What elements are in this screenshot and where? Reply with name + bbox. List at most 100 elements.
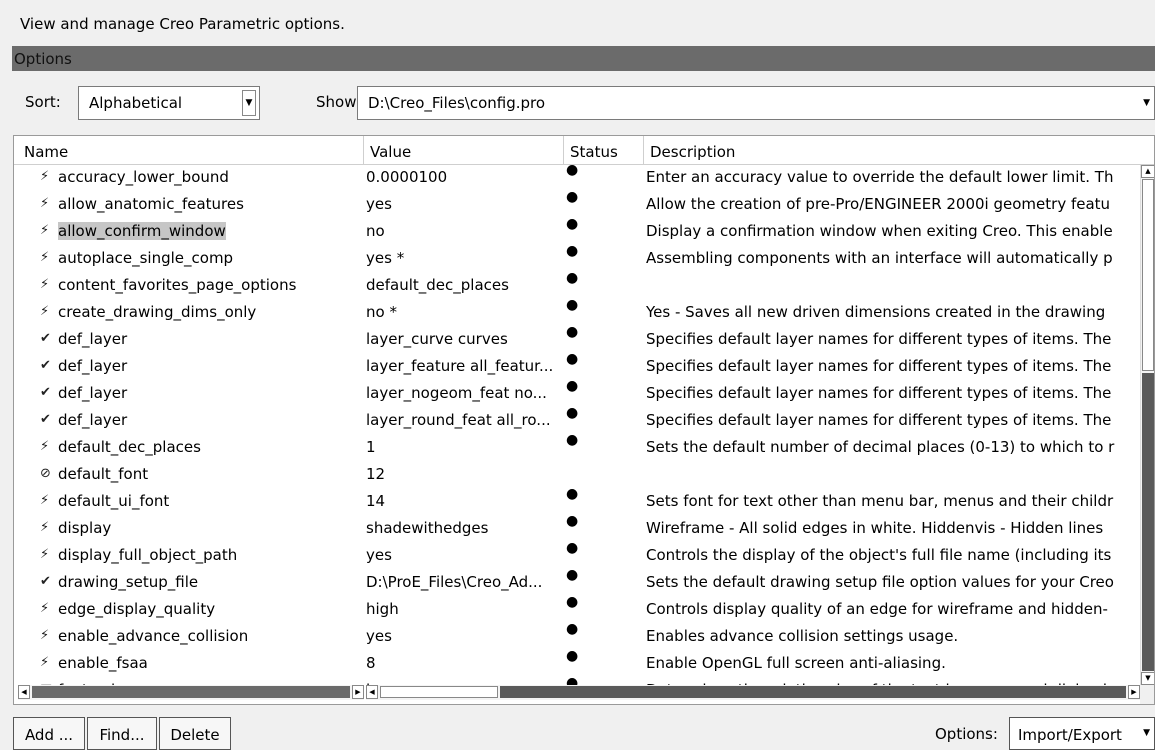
table-row[interactable]: ⚡ display shadewithedges ● Wireframe - All s… bbox=[14, 513, 1140, 543]
status-dot-icon: ● bbox=[566, 513, 579, 529]
check-icon: ✔ bbox=[40, 358, 51, 373]
table-row[interactable]: ⊘ default_font 12 bbox=[14, 462, 1140, 489]
scroll-up-icon[interactable]: ▲ bbox=[1141, 165, 1154, 178]
table-row[interactable]: ▣fonts_sizelarge●Determines the relative… bbox=[14, 675, 1140, 685]
name-column-horizontal-scrollbar[interactable]: ◀ ▶ bbox=[18, 685, 364, 700]
option-value[interactable]: 12 bbox=[366, 465, 562, 487]
status-dot-icon: ● bbox=[566, 297, 579, 313]
table-row[interactable]: ⚡ allow_anatomic_features yes ● Allow the cr… bbox=[14, 189, 1140, 219]
find-button[interactable]: Find... bbox=[87, 717, 157, 750]
scroll-thumb[interactable] bbox=[1142, 179, 1154, 371]
table-row[interactable]: ⚡ default_dec_places 1 ● Sets the default nu… bbox=[14, 432, 1140, 462]
scroll-track[interactable] bbox=[1142, 373, 1154, 671]
check-icon: ✔ bbox=[40, 412, 51, 427]
option-name-text: create_drawing_dims_only bbox=[58, 303, 257, 321]
option-description: Enter an accuracy value to override the … bbox=[646, 168, 1114, 186]
table-row[interactable]: ⚡ autoplace_single_comp yes * ● Assembling c… bbox=[14, 243, 1140, 273]
option-value[interactable]: layer_nogeom_feat no... bbox=[366, 384, 562, 406]
option-description: Enable OpenGL full screen anti-aliasing. bbox=[646, 654, 946, 672]
add-button[interactable]: Add ... bbox=[13, 717, 85, 750]
sort-dropdown[interactable]: Alphabetical ▼ bbox=[78, 86, 260, 120]
status-dot-icon: ● bbox=[566, 378, 579, 394]
show-dropdown-value: D:\Creo_Files\config.pro bbox=[368, 94, 546, 112]
option-value[interactable]: high bbox=[366, 600, 562, 622]
column-header-description[interactable]: Description bbox=[644, 136, 1144, 165]
option-name: enable_advance_collision bbox=[58, 627, 358, 649]
table-row[interactable]: ✔ def_layer layer_nogeom_feat no... ● Specif… bbox=[14, 378, 1140, 408]
chevron-down-icon[interactable]: ▼ bbox=[1143, 728, 1150, 738]
option-value[interactable]: 0.0000100 bbox=[366, 168, 562, 190]
scroll-track[interactable] bbox=[500, 686, 1126, 698]
column-header-name[interactable]: Name bbox=[18, 136, 364, 165]
delete-button-label: Delete bbox=[170, 726, 220, 744]
options-section-title: Options bbox=[12, 46, 1155, 71]
option-value[interactable]: no * bbox=[366, 303, 562, 325]
option-value[interactable]: yes bbox=[366, 546, 562, 568]
table-row[interactable]: ✔ def_layer layer_curve curves ● Specifies d… bbox=[14, 324, 1140, 354]
option-name-text: display bbox=[58, 519, 112, 537]
scroll-right-icon[interactable]: ▶ bbox=[352, 685, 364, 699]
table-row[interactable]: ⚡ default_ui_font 14 ● Sets font for text ot… bbox=[14, 486, 1140, 516]
status-dot-icon: ● bbox=[566, 189, 579, 205]
show-dropdown[interactable]: D:\Creo_Files\config.pro ▼ bbox=[357, 86, 1155, 120]
option-name-text: autoplace_single_comp bbox=[58, 249, 234, 267]
column-header-value[interactable]: Value bbox=[364, 136, 564, 165]
table-row[interactable]: ⚡ edge_display_quality high ● Controls displ… bbox=[14, 594, 1140, 624]
status-dot-icon bbox=[566, 459, 586, 481]
table-row[interactable]: ⚡ enable_fsaa 8 ● Enable OpenGL full screen … bbox=[14, 648, 1140, 678]
option-value[interactable]: D:\ProE_Files\Creo_Ad... bbox=[366, 573, 562, 595]
table-row[interactable]: ⚡ create_drawing_dims_only no * ● Yes - Save… bbox=[14, 297, 1140, 327]
find-button-label: Find... bbox=[99, 726, 145, 744]
table-row[interactable]: ✔ drawing_setup_file D:\ProE_Files\Creo_Ad… bbox=[14, 567, 1140, 597]
table-row[interactable]: ✔ def_layer layer_round_feat all_ro... ● Spe… bbox=[14, 405, 1140, 435]
scroll-right-icon[interactable]: ▶ bbox=[1128, 685, 1140, 699]
circle-slash-icon: ⊘ bbox=[40, 466, 51, 481]
scroll-corner bbox=[1140, 685, 1154, 704]
status-dot-icon: ● bbox=[566, 594, 579, 610]
option-name: def_layer bbox=[58, 411, 358, 433]
scroll-left-icon[interactable]: ◀ bbox=[18, 685, 30, 699]
option-name-text: default_font bbox=[58, 465, 149, 483]
scroll-thumb[interactable] bbox=[380, 686, 498, 698]
table-row[interactable]: ⚡ content_favorites_page_options default_d… bbox=[14, 270, 1140, 300]
option-name: create_drawing_dims_only bbox=[58, 303, 358, 325]
option-value[interactable]: 1 bbox=[366, 438, 562, 460]
option-value[interactable]: yes bbox=[366, 195, 562, 217]
status-dot-icon: ● bbox=[566, 324, 579, 340]
check-icon: ✔ bbox=[40, 331, 51, 346]
table-row[interactable]: ⚡ allow_confirm_window no ● Display a confir… bbox=[14, 216, 1140, 246]
option-value[interactable]: layer_feature all_featur... bbox=[366, 357, 562, 379]
scroll-track[interactable] bbox=[32, 686, 350, 698]
scroll-left-icon[interactable]: ◀ bbox=[366, 685, 378, 699]
status-dot-icon: ● bbox=[566, 432, 579, 448]
option-name-text: display_full_object_path bbox=[58, 546, 238, 564]
option-value[interactable]: 14 bbox=[366, 492, 562, 514]
option-name-text: default_dec_places bbox=[58, 438, 201, 456]
option-value[interactable]: layer_curve curves bbox=[366, 330, 562, 352]
option-name: autoplace_single_comp bbox=[58, 249, 358, 271]
option-value[interactable]: 8 bbox=[366, 654, 562, 676]
scroll-down-icon[interactable]: ▼ bbox=[1141, 672, 1154, 685]
delete-button[interactable]: Delete bbox=[159, 717, 231, 750]
lightning-icon: ⚡ bbox=[40, 655, 50, 670]
option-value[interactable]: no bbox=[366, 222, 562, 244]
option-value[interactable]: yes bbox=[366, 627, 562, 649]
chevron-down-icon[interactable]: ▼ bbox=[242, 90, 256, 116]
options-dropdown[interactable]: Import/Export ▼ bbox=[1009, 717, 1155, 750]
table-row[interactable]: ✔ def_layer layer_feature all_featur... ● Sp… bbox=[14, 351, 1140, 381]
chevron-down-icon[interactable]: ▼ bbox=[1143, 98, 1150, 108]
option-value[interactable]: shadewithedges bbox=[366, 519, 562, 541]
table-row[interactable]: ⚡ enable_advance_collision yes ● Enables adv… bbox=[14, 621, 1140, 651]
option-value[interactable]: default_dec_places bbox=[366, 276, 562, 298]
table-row[interactable]: ⚡ accuracy_lower_bound 0.0000100 ● Enter an … bbox=[14, 165, 1140, 192]
horizontal-scrollbar[interactable]: ◀ ▶ bbox=[366, 685, 1140, 700]
table-row[interactable]: ⚡ display_full_object_path yes ● Controls th… bbox=[14, 540, 1140, 570]
option-value[interactable]: yes * bbox=[366, 249, 562, 271]
vertical-scrollbar[interactable]: ▲ ▼ bbox=[1140, 165, 1154, 685]
option-name-text: edge_display_quality bbox=[58, 600, 216, 618]
option-value[interactable]: layer_round_feat all_ro... bbox=[366, 411, 562, 433]
option-name-text: default_ui_font bbox=[58, 492, 170, 510]
option-description: Controls the display of the object's ful… bbox=[646, 546, 1112, 564]
status-dot-icon: ● bbox=[566, 648, 579, 664]
column-header-status[interactable]: Status bbox=[564, 136, 644, 165]
